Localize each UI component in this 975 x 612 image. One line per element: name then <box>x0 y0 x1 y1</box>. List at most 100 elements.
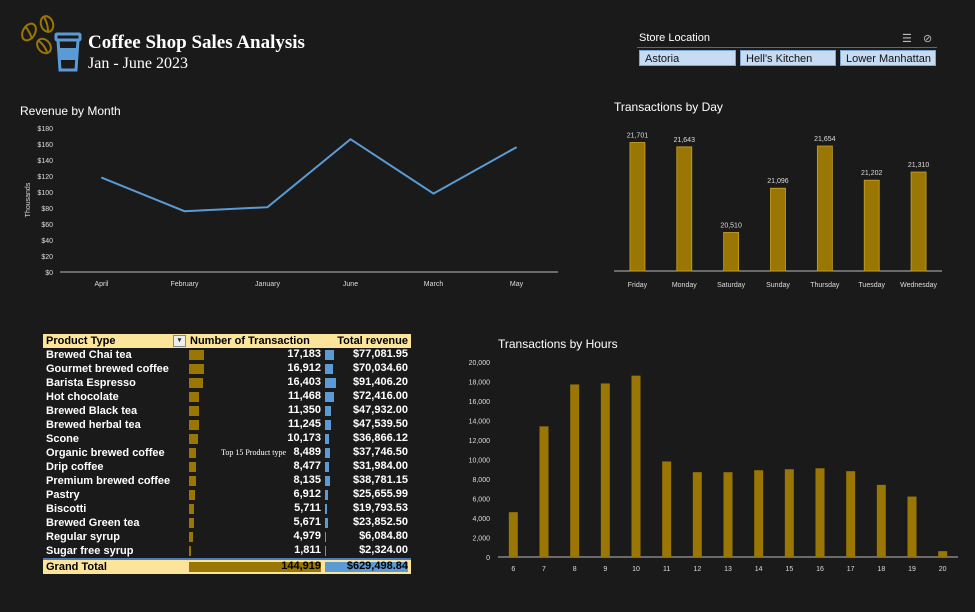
data-point <box>267 206 268 208</box>
transactions-value: 17,183 <box>287 348 321 360</box>
y-tick-label: $0 <box>45 270 53 277</box>
x-tick-label: Thursday <box>810 282 840 289</box>
revenue-value: $36,866.12 <box>352 432 408 444</box>
revenue-value: $38,781.15 <box>352 474 408 486</box>
x-tick-label: 12 <box>693 566 701 573</box>
product-type: Brewed herbal tea <box>46 419 141 431</box>
product-type: Brewed Chai tea <box>46 349 132 361</box>
x-tick-label: 17 <box>847 566 855 573</box>
x-tick-label: 10 <box>632 566 640 573</box>
data-label: 21,096 <box>767 178 789 185</box>
revenue-value: $23,852.50 <box>352 516 408 528</box>
coffee-logo <box>21 15 82 72</box>
hour-bar <box>754 470 764 557</box>
y-tick-label: 14,000 <box>469 419 491 426</box>
y-tick-label: $180 <box>37 126 53 133</box>
table-row: Regular syrup 4,979 $6,084.80 <box>43 530 411 544</box>
data-point <box>184 210 185 212</box>
product-type: Brewed Green tea <box>46 517 140 529</box>
product-type: Organic brewed coffee <box>46 447 165 459</box>
y-tick-label: $120 <box>37 174 53 181</box>
revenue-value: $77,081.95 <box>352 348 408 360</box>
product-type: Scone <box>46 433 80 445</box>
slicer-item-hells-kitchen[interactable]: Hell's Kitchen <box>740 50 836 66</box>
y-tick-label: 8,000 <box>472 477 490 484</box>
table-row: Drip coffee 8,477 $31,984.00 <box>43 460 411 474</box>
revenue-value: $6,084.80 <box>359 530 408 542</box>
product-pivot-table: Product Type ▾ Number of Transaction Tota… <box>43 334 411 574</box>
grand-total-label: Grand Total <box>43 558 188 574</box>
x-tick-label: May <box>510 281 524 288</box>
slicer-item-astoria[interactable]: Astoria <box>639 50 736 66</box>
transactions-value: 6,912 <box>293 488 321 500</box>
revenue-value: $47,539.50 <box>352 418 408 430</box>
x-tick-label: 13 <box>724 566 732 573</box>
y-tick-label: 20,000 <box>469 360 491 367</box>
filter-dropdown-icon[interactable]: ▾ <box>173 335 186 347</box>
day-bar <box>676 146 693 272</box>
hour-bar <box>723 472 733 557</box>
table-row: Organic brewed coffee 8,489 $37,746.50 <box>43 446 411 460</box>
data-label: 21,310 <box>908 162 930 169</box>
slicer-item-lower-manhattan[interactable]: Lower Manhattan <box>840 50 936 66</box>
x-tick-label: 20 <box>939 566 947 573</box>
day-bar <box>816 145 833 272</box>
multi-select-icon[interactable]: ☰ <box>902 32 912 45</box>
revenue-value: $31,984.00 <box>352 460 408 472</box>
transactions-value: 8,489 <box>293 446 321 458</box>
hour-bar <box>876 484 886 557</box>
hour-bar <box>570 384 580 557</box>
y-tick-label: 12,000 <box>469 438 491 445</box>
product-type: Barista Espresso <box>46 377 136 389</box>
x-tick-label: 6 <box>511 566 515 573</box>
revenue-value: $2,324.00 <box>359 544 408 556</box>
header-product-type: Product Type <box>46 335 116 347</box>
hour-bar <box>784 469 794 557</box>
transactions-value: 16,912 <box>287 362 321 374</box>
transactions-value: 11,245 <box>287 418 321 430</box>
x-tick-label: June <box>343 281 358 288</box>
slicer-label: Store Location <box>639 32 710 44</box>
product-type: Pastry <box>46 489 80 501</box>
page-subtitle: Jan - June 2023 <box>88 55 188 72</box>
x-tick-label: Tuesday <box>858 282 885 289</box>
product-type: Hot chocolate <box>46 391 119 403</box>
transactions-value: 1,811 <box>294 544 321 556</box>
x-tick-label: 11 <box>663 566 670 573</box>
hour-bar <box>600 383 610 557</box>
transactions-value: 4,979 <box>293 530 321 542</box>
hour-bar <box>938 551 948 557</box>
y-tick-label: 10,000 <box>469 458 491 465</box>
y-tick-label: 0 <box>486 555 490 562</box>
x-tick-label: Saturday <box>717 282 746 289</box>
x-tick-label: January <box>255 281 280 288</box>
transactions-value: 5,671 <box>293 516 321 528</box>
x-tick-label: March <box>424 281 444 288</box>
transactions-value: 8,477 <box>293 460 321 472</box>
y-tick-label: $100 <box>37 190 53 197</box>
transactions-value: 5,711 <box>294 502 321 514</box>
table-row: Premium brewed coffee 8,135 $38,781.15 <box>43 474 411 488</box>
revenue-value: $72,416.00 <box>352 390 408 402</box>
x-tick-label: 16 <box>816 566 824 573</box>
product-type: Gourmet brewed coffee <box>46 363 169 375</box>
y-axis-title: Thousands <box>25 182 32 217</box>
transactions-value: 16,403 <box>287 376 321 388</box>
x-tick-label: 15 <box>785 566 793 573</box>
table-row: Brewed Green tea 5,671 $23,852.50 <box>43 516 411 530</box>
x-tick-label: Wednesday <box>900 282 937 289</box>
data-point <box>101 177 102 179</box>
data-point <box>433 193 434 195</box>
data-label: 21,654 <box>814 136 836 143</box>
revenue-chart-title: Revenue by Month <box>20 104 121 118</box>
hours-chart-title: Transactions by Hours <box>498 337 618 351</box>
table-row: Brewed herbal tea 11,245 $47,539.50 <box>43 418 411 432</box>
clear-filter-icon[interactable]: ⊘ <box>923 32 932 45</box>
header-revenue: Total revenue <box>324 334 411 348</box>
product-type: Brewed Black tea <box>46 405 138 417</box>
table-header: Product Type ▾ Number of Transaction Tota… <box>43 334 411 348</box>
x-tick-label: February <box>170 281 199 288</box>
y-tick-label: $80 <box>41 206 53 213</box>
day-bar <box>863 179 880 272</box>
table-row: Brewed Black tea 11,350 $47,932.00 <box>43 404 411 418</box>
